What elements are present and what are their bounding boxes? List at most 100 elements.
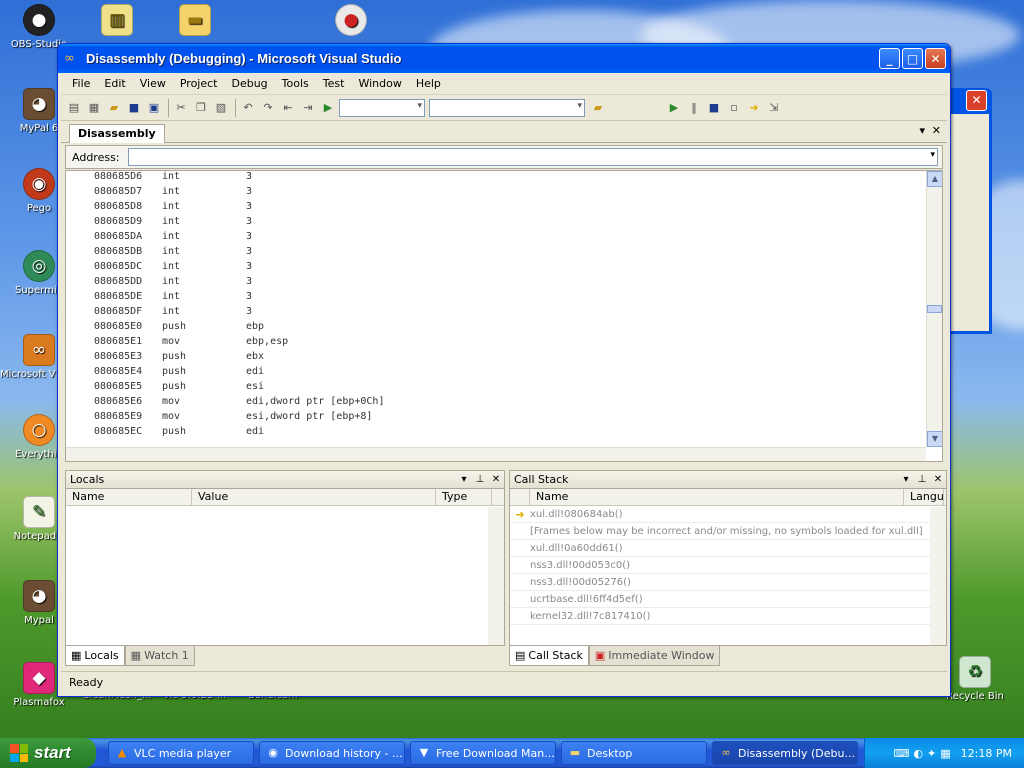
- desktop-icon-archive[interactable]: ▥: [78, 4, 156, 39]
- disassembly-line[interactable]: 080685E4 push edi: [66, 366, 942, 381]
- clock[interactable]: 12:18 PM: [961, 747, 1012, 760]
- copy-icon[interactable]: ❐: [192, 99, 210, 117]
- menu-test[interactable]: Test: [316, 77, 352, 90]
- redo-icon[interactable]: ↷: [259, 99, 277, 117]
- taskbar-item-disassembly[interactable]: ∞ Disassembly (Debu...: [712, 741, 858, 765]
- pin-icon[interactable]: ⊥: [472, 474, 488, 485]
- chevron-down-icon[interactable]: ▾: [456, 474, 472, 485]
- desktop-icon-app[interactable]: ●: [312, 4, 390, 39]
- column-language[interactable]: Langu: [904, 489, 944, 505]
- disassembly-line[interactable]: 080685DD int 3: [66, 276, 942, 291]
- call-stack-row[interactable]: nss3.dll!00d053c0(): [510, 557, 946, 574]
- scroll-thumb[interactable]: [927, 305, 942, 313]
- add-item-icon[interactable]: ▦: [85, 99, 103, 117]
- tab-immediate-window[interactable]: ▣ Immediate Window: [588, 646, 721, 666]
- open-icon[interactable]: ▰: [105, 99, 123, 117]
- column-value[interactable]: Value: [192, 489, 436, 505]
- taskbar-item-desktop[interactable]: ▬ Desktop: [561, 741, 707, 765]
- disassembly-line[interactable]: 080685E5 push esi: [66, 381, 942, 396]
- network-icon[interactable]: ◐: [913, 747, 923, 760]
- menu-view[interactable]: View: [133, 77, 173, 90]
- tab-locals[interactable]: ▦ Locals: [65, 646, 125, 666]
- chevron-down-icon[interactable]: ▾: [898, 474, 914, 485]
- address-input[interactable]: [127, 148, 938, 166]
- disassembly-line[interactable]: 080685D7 int 3: [66, 186, 942, 201]
- restart-icon[interactable]: ▫: [725, 99, 743, 117]
- close-icon[interactable]: ✕: [930, 474, 946, 485]
- security-icon[interactable]: ✦: [927, 747, 936, 760]
- keyboard-icon[interactable]: ⌨: [894, 747, 910, 760]
- disassembly-line[interactable]: 080685DF int 3: [66, 306, 942, 321]
- disassembly-line[interactable]: 080685D8 int 3: [66, 201, 942, 216]
- call-stack-row[interactable]: kernel32.dll!7c817410(): [510, 608, 946, 625]
- navigate-forward-icon[interactable]: ⇥: [299, 99, 317, 117]
- menu-file[interactable]: File: [65, 77, 97, 90]
- tab-watch1[interactable]: ▦ Watch 1: [124, 646, 195, 666]
- column-type[interactable]: Type: [436, 489, 492, 505]
- disassembly-line[interactable]: 080685DC int 3: [66, 261, 942, 276]
- disassembly-line[interactable]: 080685E0 push ebp: [66, 321, 942, 336]
- close-icon[interactable]: ✕: [488, 474, 504, 485]
- disassembly-line[interactable]: 080685E1 mov ebp,esp: [66, 336, 942, 351]
- disassembly-line[interactable]: 080685E3 push ebx: [66, 351, 942, 366]
- call-stack-row[interactable]: ➜ xul.dll!080684ab(): [510, 506, 946, 523]
- disassembly-line[interactable]: 080685DE int 3: [66, 291, 942, 306]
- continue-icon[interactable]: ▶: [665, 99, 683, 117]
- tray-app-icon[interactable]: ▦: [940, 747, 950, 760]
- disassembly-line[interactable]: 080685D9 int 3: [66, 216, 942, 231]
- column-name[interactable]: Name: [66, 489, 192, 505]
- disassembly-view[interactable]: 080685D6 int 3 080685D7 int 3 080685D8 int 3 0806…: [65, 170, 943, 462]
- paste-icon[interactable]: ▧: [212, 99, 230, 117]
- menu-project[interactable]: Project: [173, 77, 225, 90]
- solution-platform-combo[interactable]: [429, 98, 585, 117]
- disassembly-line[interactable]: 080685E9 mov esi,dword ptr [ebp+8]: [66, 411, 942, 426]
- menu-tools[interactable]: Tools: [275, 77, 316, 90]
- scroll-up-icon[interactable]: ▲: [927, 171, 942, 187]
- close-icon[interactable]: ✕: [966, 90, 987, 111]
- tab-disassembly[interactable]: Disassembly: [69, 124, 165, 143]
- column-name[interactable]: Name: [530, 489, 904, 505]
- minimize-button[interactable]: _: [879, 48, 900, 69]
- disassembly-line[interactable]: 080685DA int 3: [66, 231, 942, 246]
- stop-debugging-icon[interactable]: ■: [705, 99, 723, 117]
- start-icon[interactable]: ▶: [319, 99, 337, 117]
- solution-config-combo[interactable]: [339, 98, 425, 117]
- disassembly-line[interactable]: 080685EC push edi: [66, 426, 942, 441]
- title-bar[interactable]: ∞ Disassembly (Debugging) - Microsoft Vi…: [58, 44, 950, 73]
- call-stack-row[interactable]: [Frames below may be incorrect and/or mi…: [510, 523, 946, 540]
- find-in-files-icon[interactable]: ▰: [589, 99, 607, 117]
- call-stack-row[interactable]: xul.dll!0a60dd61(): [510, 540, 946, 557]
- start-button[interactable]: start: [0, 738, 96, 768]
- call-stack-row[interactable]: ucrtbase.dll!6ff4d5ef(): [510, 591, 946, 608]
- scroll-down-icon[interactable]: ▼: [927, 431, 942, 447]
- navigate-back-icon[interactable]: ⇤: [279, 99, 297, 117]
- vertical-scrollbar[interactable]: ▲ ▼: [926, 171, 942, 447]
- disassembly-line[interactable]: 080685E6 mov edi,dword ptr [ebp+0Ch]: [66, 396, 942, 411]
- close-icon[interactable]: ✕: [932, 124, 941, 137]
- chevron-down-icon[interactable]: ▾: [919, 124, 925, 137]
- break-all-icon[interactable]: ‖: [685, 99, 703, 117]
- save-all-icon[interactable]: ▣: [145, 99, 163, 117]
- show-next-statement-icon[interactable]: ➜: [745, 99, 763, 117]
- call-stack-scrollbar[interactable]: [930, 507, 946, 645]
- horizontal-scrollbar[interactable]: [66, 447, 926, 461]
- pin-icon[interactable]: ⊥: [914, 474, 930, 485]
- menu-debug[interactable]: Debug: [224, 77, 274, 90]
- cut-icon[interactable]: ✂: [172, 99, 190, 117]
- menu-window[interactable]: Window: [351, 77, 408, 90]
- save-icon[interactable]: ■: [125, 99, 143, 117]
- taskbar-item-vlc[interactable]: ▲ VLC media player: [108, 741, 254, 765]
- tab-call-stack[interactable]: ▤ Call Stack: [509, 646, 589, 666]
- call-stack-row[interactable]: nss3.dll!00d05276(): [510, 574, 946, 591]
- disassembly-line[interactable]: 080685D6 int 3: [66, 171, 942, 186]
- visual-studio-window[interactable]: ∞ Disassembly (Debugging) - Microsoft Vi…: [57, 43, 951, 697]
- maximize-button[interactable]: □: [902, 48, 923, 69]
- locals-scrollbar[interactable]: [488, 507, 504, 645]
- step-into-icon[interactable]: ⇲: [765, 99, 783, 117]
- taskbar-item-free-download-manager[interactable]: ▼ Free Download Man...: [410, 741, 556, 765]
- close-button[interactable]: ✕: [925, 48, 946, 69]
- menu-help[interactable]: Help: [409, 77, 448, 90]
- taskbar-item-download-history[interactable]: ◉ Download history - ...: [259, 741, 405, 765]
- disassembly-line[interactable]: 080685DB int 3: [66, 246, 942, 261]
- menu-edit[interactable]: Edit: [97, 77, 132, 90]
